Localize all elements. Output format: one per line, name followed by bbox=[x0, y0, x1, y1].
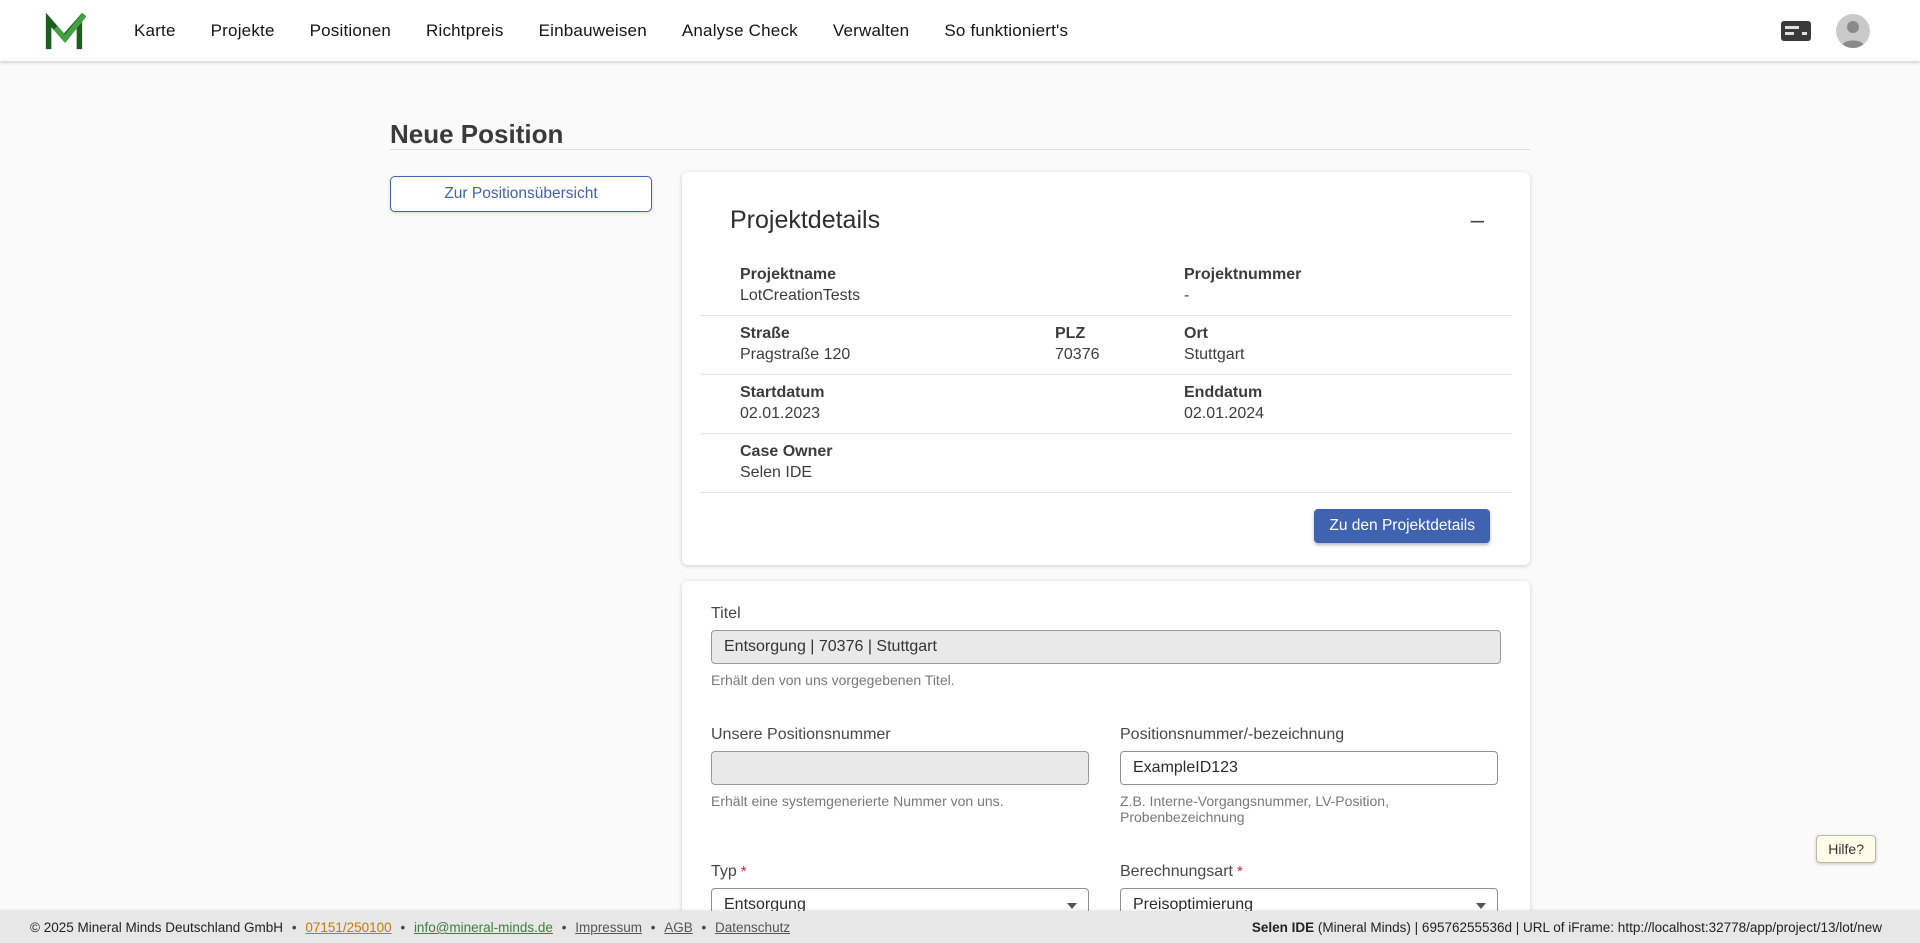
positionsnummer-helper: Z.B. Interne-Vorgangsnummer, LV-Position… bbox=[1120, 793, 1498, 825]
footer-email-link[interactable]: info@mineral-minds.de bbox=[414, 920, 553, 935]
nav-item-positionen[interactable]: Positionen bbox=[310, 21, 391, 41]
field-projektnummer: Projektnummer - bbox=[1184, 266, 1512, 305]
footer-agb-link[interactable]: AGB bbox=[664, 920, 693, 935]
positions-overview-button[interactable]: Zur Positionsübersicht bbox=[390, 176, 652, 212]
nav-item-analyse-check[interactable]: Analyse Check bbox=[682, 21, 798, 41]
unsere-positionsnummer-helper: Erhält eine systemgenerierte Nummer von … bbox=[711, 793, 1089, 809]
project-details-header: Projektdetails – bbox=[682, 172, 1530, 257]
main-content: Neue Position Zur Positionsübersicht Pro… bbox=[390, 0, 1530, 943]
app-logo[interactable] bbox=[42, 9, 86, 53]
nav-item-richtpreis[interactable]: Richtpreis bbox=[426, 21, 504, 41]
project-details-rows: Projektname LotCreationTests Projektnumm… bbox=[700, 257, 1512, 493]
separator-dot: • bbox=[702, 920, 707, 935]
page-header: Neue Position bbox=[390, 119, 1530, 150]
footer-session: Selen IDE (Mineral Minds) | 69576255536d… bbox=[1252, 920, 1882, 935]
mineral-minds-logo-icon bbox=[42, 9, 86, 53]
footer-user-name: Selen IDE bbox=[1252, 920, 1314, 935]
field-strasse: Straße Pragstraße 120 bbox=[740, 325, 1055, 364]
field-enddatum: Enddatum 02.01.2024 bbox=[1184, 384, 1512, 423]
field-projektname: Projektname LotCreationTests bbox=[740, 266, 1184, 305]
project-row: Projektname LotCreationTests Projektnumm… bbox=[700, 257, 1512, 316]
field-startdatum: Startdatum 02.01.2023 bbox=[740, 384, 1184, 423]
separator-dot: • bbox=[562, 920, 567, 935]
separator-dot: • bbox=[292, 920, 297, 935]
person-icon bbox=[1836, 14, 1870, 48]
separator-dot: • bbox=[651, 920, 656, 935]
user-avatar[interactable] bbox=[1836, 14, 1870, 48]
positionsnummer-label: Positionsnummer/-bezeichnung bbox=[1120, 726, 1498, 744]
titel-input bbox=[711, 630, 1501, 664]
required-asterisk: * bbox=[1237, 863, 1243, 880]
unsere-positionsnummer-group: Unsere Positionsnummer Erhält eine syste… bbox=[711, 726, 1089, 825]
titel-label: Titel bbox=[711, 605, 1501, 623]
berechnungsart-label: Berechnungsart* bbox=[1120, 863, 1498, 881]
nav-item-so-funktionierts[interactable]: So funktioniert's bbox=[944, 21, 1068, 41]
top-navbar: Karte Projekte Positionen Richtpreis Ein… bbox=[0, 0, 1920, 61]
nav-item-verwalten[interactable]: Verwalten bbox=[833, 21, 909, 41]
project-row: Straße Pragstraße 120 PLZ 70376 Ort Stut… bbox=[700, 316, 1512, 375]
nav-item-projekte[interactable]: Projekte bbox=[211, 21, 275, 41]
field-ort: Ort Stuttgart bbox=[1184, 325, 1512, 364]
footer-datenschutz-link[interactable]: Datenschutz bbox=[715, 920, 790, 935]
nav-item-einbauweisen[interactable]: Einbauweisen bbox=[539, 21, 647, 41]
card-reader-icon[interactable] bbox=[1780, 19, 1812, 43]
footer-left: © 2025 Mineral Minds Deutschland GmbH • … bbox=[30, 919, 790, 935]
separator-dot: • bbox=[400, 920, 405, 935]
copyright-text: © 2025 Mineral Minds Deutschland GmbH bbox=[30, 920, 283, 935]
chevron-down-icon bbox=[1476, 903, 1486, 909]
footer-session-info: (Mineral Minds) | 69576255536d | URL of … bbox=[1314, 920, 1882, 935]
number-fields-row: Unsere Positionsnummer Erhält eine syste… bbox=[711, 726, 1501, 825]
positionsnummer-group: Positionsnummer/-bezeichnung Z.B. Intern… bbox=[1120, 726, 1498, 825]
main-nav: Karte Projekte Positionen Richtpreis Ein… bbox=[134, 21, 1068, 41]
titel-group: Titel Erhält den von uns vorgegebenen Ti… bbox=[711, 605, 1501, 688]
right-column: Projektdetails – Projektname LotCreation… bbox=[682, 172, 1530, 943]
collapse-minus-icon[interactable]: – bbox=[1467, 211, 1488, 231]
field-plz: PLZ 70376 bbox=[1055, 325, 1184, 364]
required-asterisk: * bbox=[741, 863, 747, 880]
chevron-down-icon bbox=[1067, 903, 1077, 909]
project-row: Startdatum 02.01.2023 Enddatum 02.01.202… bbox=[700, 375, 1512, 434]
footer-phone-link[interactable]: 07151/250100 bbox=[305, 920, 391, 935]
titel-helper: Erhält den von uns vorgegebenen Titel. bbox=[711, 672, 1501, 688]
typ-label: Typ* bbox=[711, 863, 1089, 881]
help-button[interactable]: Hilfe? bbox=[1816, 835, 1876, 863]
nav-item-karte[interactable]: Karte bbox=[134, 21, 176, 41]
navbar-right bbox=[1780, 14, 1870, 48]
project-details-title: Projektdetails bbox=[730, 206, 880, 235]
field-case-owner: Case Owner Selen IDE bbox=[740, 443, 1184, 482]
page-title: Neue Position bbox=[390, 119, 1530, 149]
unsere-positionsnummer-input bbox=[711, 751, 1089, 785]
footer-impressum-link[interactable]: Impressum bbox=[575, 920, 642, 935]
unsere-positionsnummer-label: Unsere Positionsnummer bbox=[711, 726, 1089, 744]
position-form-card: Titel Erhält den von uns vorgegebenen Ti… bbox=[682, 581, 1530, 943]
footer: © 2025 Mineral Minds Deutschland GmbH • … bbox=[0, 911, 1920, 943]
left-column: Zur Positionsübersicht bbox=[390, 172, 652, 212]
project-details-card: Projektdetails – Projektname LotCreation… bbox=[682, 172, 1530, 565]
project-details-footer: Zu den Projektdetails bbox=[682, 493, 1530, 565]
project-details-link-button[interactable]: Zu den Projektdetails bbox=[1314, 509, 1490, 543]
positionsnummer-input[interactable] bbox=[1120, 751, 1498, 785]
project-row: Case Owner Selen IDE bbox=[700, 434, 1512, 493]
